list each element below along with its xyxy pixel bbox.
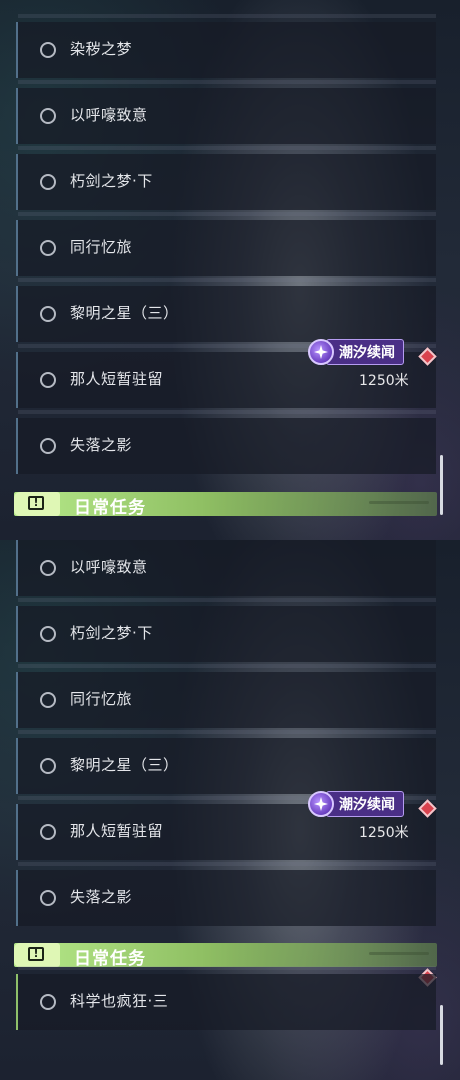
quest-title: 那人短暂驻留 [70, 370, 164, 388]
quest-status-ring-icon [40, 372, 56, 388]
quest-row[interactable]: 染秽之梦 [16, 14, 436, 78]
quest-row[interactable]: 失落之影 [16, 862, 436, 926]
quest-row[interactable]: 同行忆旅 [16, 664, 436, 728]
quest-distance: 1250米 [359, 825, 409, 841]
quest-title: 失落之影 [70, 888, 133, 906]
quest-row[interactable]: 黎明之星（三） [16, 730, 436, 794]
quest-title: 黎明之星（三） [70, 756, 179, 774]
header-decoration [369, 952, 429, 955]
quest-row-tracked[interactable]: 那人短暂驻留 潮汐续闻 1250米 [16, 791, 436, 860]
scrollbar-thumb[interactable] [440, 455, 443, 515]
quest-status-ring-icon [40, 306, 56, 322]
quest-chapter-tag: 潮汐续闻 [308, 339, 404, 365]
quest-title: 以呼嚎致意 [70, 558, 148, 576]
quest-distance: 1250米 [359, 373, 409, 389]
quest-title: 朽剑之梦·下 [70, 624, 153, 642]
section-header-daily[interactable]: ! 日常任务 [14, 492, 437, 518]
quest-status-ring-icon [40, 824, 56, 840]
daily-quest-row[interactable]: 科学也疯狂·三 [16, 966, 436, 1030]
quest-title: 朽剑之梦·下 [70, 172, 153, 190]
quest-status-ring-icon [40, 994, 56, 1010]
quest-row[interactable]: 以呼嚎致意 [16, 540, 436, 596]
quest-status-ring-icon [40, 692, 56, 708]
quest-status-ring-icon [40, 108, 56, 124]
quest-chapter-tag: 潮汐续闻 [308, 791, 404, 817]
quest-chapter-tag-label: 潮汐续闻 [326, 339, 404, 365]
quest-title: 以呼嚎致意 [70, 106, 148, 124]
quest-title: 同行忆旅 [70, 238, 133, 256]
quest-chapter-tag-label: 潮汐续闻 [326, 791, 404, 817]
exclamation-box-icon: ! [14, 943, 60, 967]
sparkle-tide-icon [308, 339, 334, 365]
section-header-daily[interactable]: ! 日常任务 [14, 943, 437, 969]
quest-status-ring-icon [40, 42, 56, 58]
quest-row[interactable]: 朽剑之梦·下 [16, 146, 436, 210]
quest-status-ring-icon [40, 438, 56, 454]
quest-row[interactable]: 黎明之星（三） [16, 278, 436, 342]
quest-title: 染秽之梦 [70, 40, 133, 58]
quest-row[interactable]: 同行忆旅 [16, 212, 436, 276]
quest-title: 失落之影 [70, 436, 133, 454]
scrollbar-thumb[interactable] [440, 1005, 443, 1065]
quest-title: 那人短暂驻留 [70, 822, 164, 840]
quest-row[interactable]: 以呼嚎致意 [16, 80, 436, 144]
quest-list-panel-bottom: 以呼嚎致意 朽剑之梦·下 同行忆旅 黎明之星（三） 那人短暂驻留 潮汐续闻 12… [0, 540, 460, 1080]
quest-status-ring-icon [40, 174, 56, 190]
quest-title: 黎明之星（三） [70, 304, 179, 322]
header-decoration [369, 501, 429, 504]
quest-status-ring-icon [40, 626, 56, 642]
quest-status-ring-icon [40, 890, 56, 906]
quest-title: 科学也疯狂·三 [70, 992, 169, 1010]
exclamation-box-icon: ! [14, 492, 60, 516]
quest-list-panel-top: 染秽之梦 以呼嚎致意 朽剑之梦·下 同行忆旅 黎明之星（三） 那人短暂驻留 潮汐… [0, 0, 460, 540]
quest-title: 同行忆旅 [70, 690, 133, 708]
quest-status-ring-icon [40, 560, 56, 576]
quest-row[interactable]: 朽剑之梦·下 [16, 598, 436, 662]
quest-row-tracked[interactable]: 那人短暂驻留 潮汐续闻 1250米 [16, 339, 436, 408]
quest-status-ring-icon [40, 240, 56, 256]
quest-row[interactable]: 失落之影 [16, 410, 436, 474]
section-title: 日常任务 [74, 498, 146, 518]
sparkle-tide-icon [308, 791, 334, 817]
quest-status-ring-icon [40, 758, 56, 774]
